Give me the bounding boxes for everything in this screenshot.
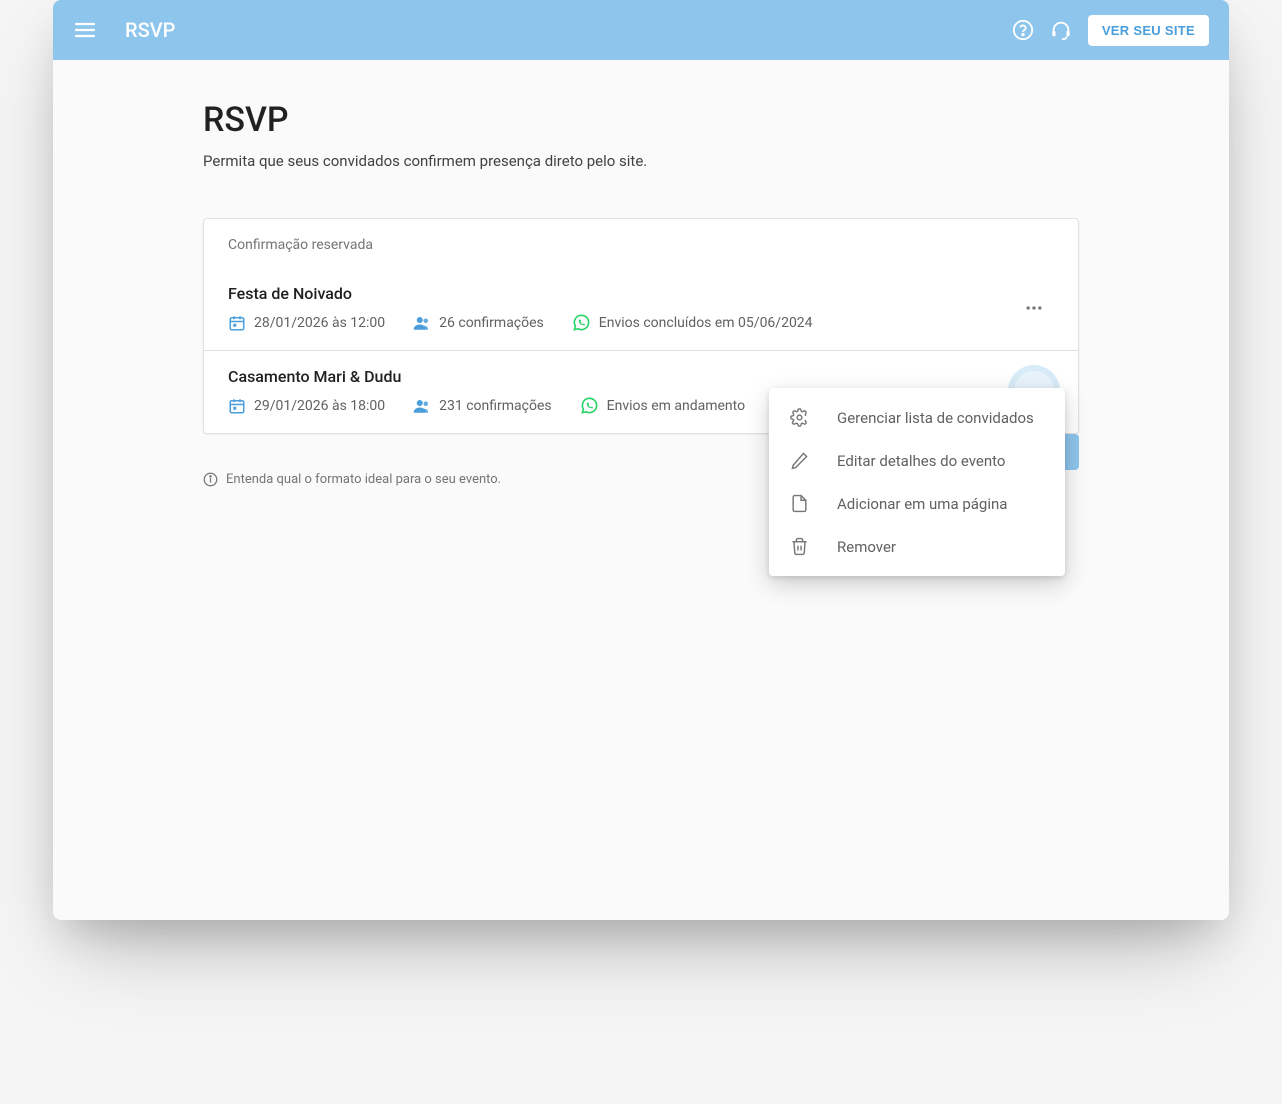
event-meta: 28/01/2026 às 12:00 26 confirmações — [228, 313, 998, 332]
app-window: RSVP VER SEU SITE RSVP Permita que seus … — [53, 0, 1229, 920]
card-section-label: Confirmação reservada — [204, 219, 1078, 267]
event-status-text: Envios em andamento — [607, 398, 745, 414]
gear-icon — [789, 408, 809, 427]
event-confirmations-text: 26 confirmações — [439, 315, 544, 331]
event-date: 28/01/2026 às 12:00 — [228, 314, 385, 332]
event-more-button[interactable] — [1014, 288, 1054, 328]
event-title: Festa de Noivado — [228, 284, 998, 303]
event-row[interactable]: Festa de Noivado 28/01/2026 às 12:00 — [204, 267, 1078, 350]
menu-item-label: Adicionar em uma página — [837, 495, 1007, 513]
help-circle-icon — [1012, 19, 1034, 41]
view-site-button[interactable]: VER SEU SITE — [1088, 15, 1209, 46]
menu-item-remove[interactable]: Remover — [769, 525, 1065, 568]
event-body: Festa de Noivado 28/01/2026 às 12:00 — [228, 284, 998, 332]
event-status: Envios em andamento — [580, 396, 745, 415]
whatsapp-icon — [580, 396, 599, 415]
support-button[interactable] — [1050, 19, 1072, 41]
event-status-text: Envios concluídos em 05/06/2024 — [599, 315, 813, 331]
page-title: RSVP — [203, 100, 1079, 140]
document-icon — [789, 494, 809, 513]
menu-item-label: Gerenciar lista de convidados — [837, 409, 1034, 427]
menu-item-label: Remover — [837, 538, 896, 556]
people-icon — [413, 397, 431, 415]
menu-item-manage-guests[interactable]: Gerenciar lista de convidados — [769, 396, 1065, 439]
event-confirmations: 231 confirmações — [413, 397, 551, 415]
info-icon — [203, 472, 218, 487]
calendar-icon — [228, 314, 246, 332]
page-subtitle: Permita que seus convidados confirmem pr… — [203, 152, 1079, 170]
footer-hint[interactable]: Entenda qual o formato ideal para o seu … — [203, 472, 501, 487]
more-horizontal-icon — [1024, 298, 1044, 318]
partially-hidden-button[interactable] — [1065, 434, 1079, 470]
support-agent-icon — [1050, 19, 1072, 41]
menu-item-edit-event[interactable]: Editar detalhes do evento — [769, 439, 1065, 482]
people-icon — [413, 314, 431, 332]
footer-hint-text: Entenda qual o formato ideal para o seu … — [226, 472, 501, 487]
event-confirmations: 26 confirmações — [413, 314, 544, 332]
trash-icon — [789, 537, 809, 556]
hamburger-icon — [73, 18, 97, 42]
pencil-icon — [789, 451, 809, 470]
event-date-text: 29/01/2026 às 18:00 — [254, 398, 385, 414]
event-title: Casamento Mari & Dudu — [228, 367, 998, 386]
whatsapp-icon — [572, 313, 591, 332]
topbar: RSVP VER SEU SITE — [53, 0, 1229, 60]
event-date: 29/01/2026 às 18:00 — [228, 397, 385, 415]
menu-item-add-to-page[interactable]: Adicionar em uma página — [769, 482, 1065, 525]
topbar-actions: VER SEU SITE — [1012, 15, 1209, 46]
event-context-menu: Gerenciar lista de convidados Editar det… — [769, 388, 1065, 576]
menu-item-label: Editar detalhes do evento — [837, 452, 1006, 470]
event-status: Envios concluídos em 05/06/2024 — [572, 313, 813, 332]
help-button[interactable] — [1012, 19, 1034, 41]
event-date-text: 28/01/2026 às 12:00 — [254, 315, 385, 331]
app-title: RSVP — [125, 18, 1012, 42]
event-confirmations-text: 231 confirmações — [439, 398, 551, 414]
hamburger-menu-button[interactable] — [73, 18, 97, 42]
calendar-icon — [228, 397, 246, 415]
